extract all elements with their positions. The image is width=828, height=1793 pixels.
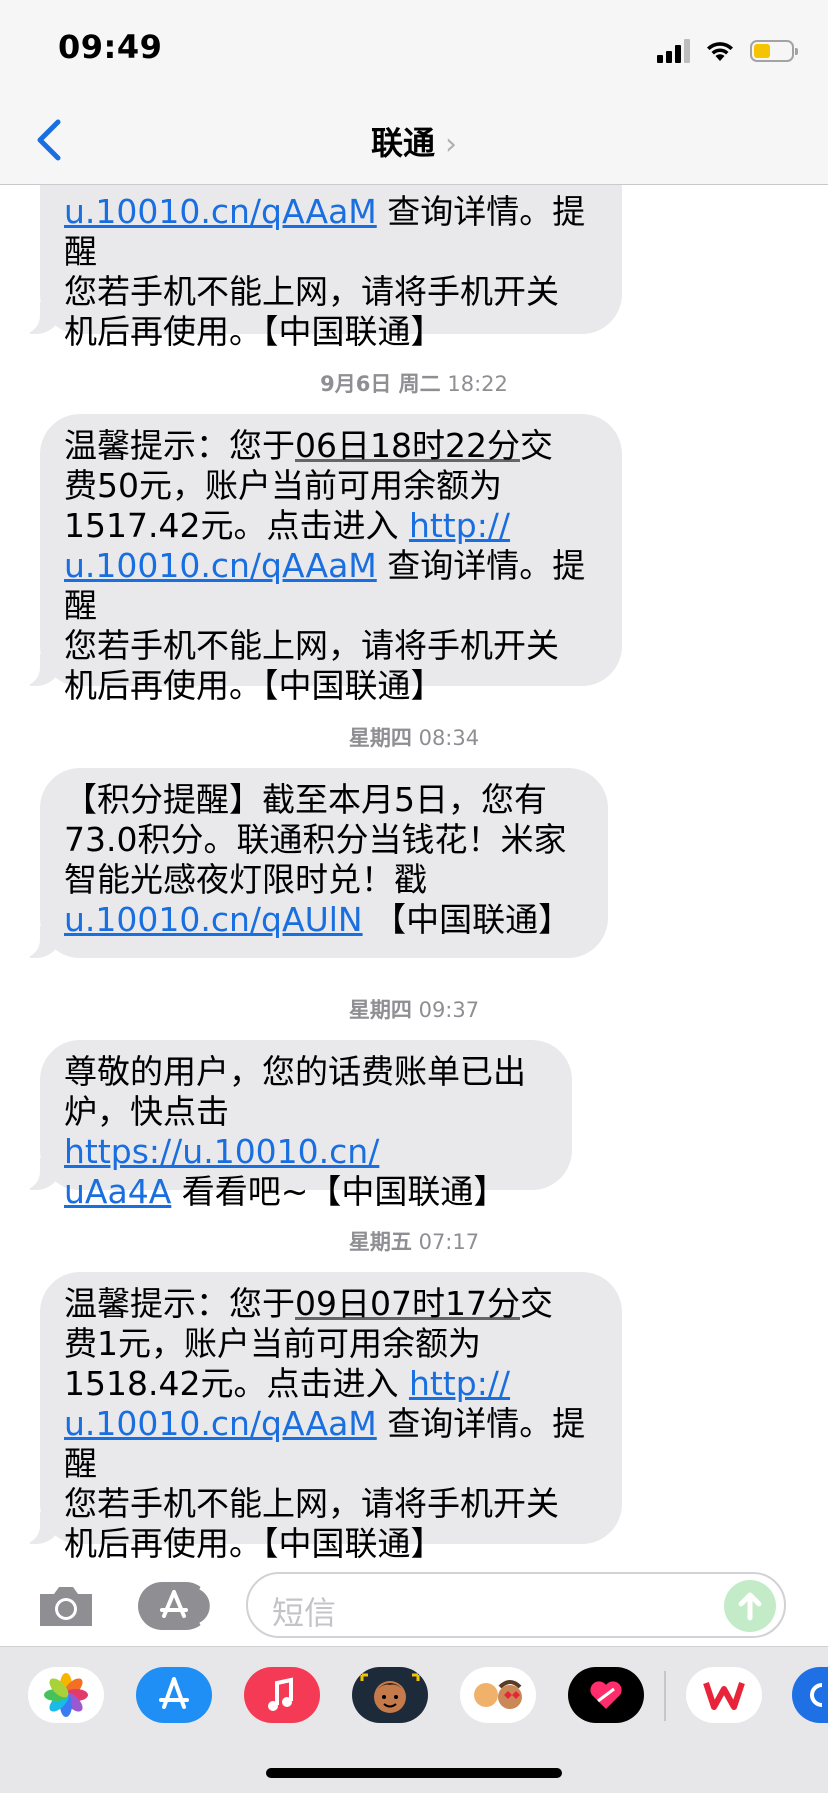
photos-icon[interactable] [28, 1667, 104, 1723]
date-time-detector[interactable]: 09日07时17分 [295, 1284, 520, 1323]
message-text: 尊敬的用户，您的话费账单已出 炉，快点击 https://u.10010.cn/u… [64, 1052, 526, 1211]
music-icon[interactable] [244, 1667, 320, 1723]
message-timestamp: 星期五 07:17 [348, 1230, 480, 1254]
message-link[interactable]: u.10010.cn/qAAaM [64, 192, 377, 231]
battery-icon [750, 40, 798, 62]
message-timestamp: 9月6日 周二 18:22 [320, 372, 508, 396]
message-link[interactable]: http:// [409, 506, 510, 545]
message-input[interactable]: 短信 [246, 1572, 786, 1638]
message-input-placeholder: 短信 [272, 1594, 337, 1632]
message-link[interactable]: u.10010.cn/qAAaM [64, 1404, 377, 1443]
message-link[interactable]: u.10010.cn/qAUlN [64, 900, 363, 939]
conversation-title[interactable]: 联通 › [0, 118, 828, 164]
contact-name[interactable]: 联通 [371, 124, 435, 162]
tray-divider [664, 1671, 666, 1721]
message-link[interactable]: uAa4A [64, 1172, 171, 1211]
app-store-icon[interactable] [136, 1667, 212, 1723]
camera-icon[interactable] [36, 1584, 96, 1628]
message-bubble[interactable]: 【积分提醒】截至本月5日，您有 73.0积分。联通积分当钱花！米家 智能光感夜灯限时… [18, 768, 608, 958]
message-bubble[interactable]: 温馨提示：您于09日07时17分交 费1元，账户当前可用余额为 1518.42元。点… [18, 1272, 622, 1563]
message-link[interactable]: https://u.10010.cn/ [64, 1132, 379, 1171]
memoji-icon[interactable] [352, 1667, 428, 1723]
wps-icon[interactable] [686, 1667, 762, 1723]
message-timestamp: 星期四 09:37 [348, 998, 480, 1022]
digital-touch-icon[interactable] [568, 1667, 644, 1723]
chevron-right-icon: › [445, 127, 457, 162]
home-indicator[interactable] [266, 1768, 562, 1778]
cellular-signal-icon [657, 39, 690, 63]
date-time-detector[interactable]: 06日18时22分 [295, 426, 520, 465]
message-text: 【积分提醒】截至本月5日，您有 73.0积分。联通积分当钱花！米家 智能光感夜灯限时… [64, 780, 572, 939]
message-thread[interactable]: u.10010.cn/qAAaM 查询详情。提醒 您若手机不能上网，请将手机开关机… [0, 0, 828, 1570]
memoji-stickers-icon[interactable] [460, 1667, 536, 1723]
message-text: 温馨提示：您于09日07时17分交 费1元，账户当前可用余额为 1518.42元。点… [64, 1284, 586, 1563]
battery-level [754, 44, 770, 58]
message-timestamp: 星期四 08:34 [348, 726, 480, 750]
navigation-header: 09:49 联通 › [0, 0, 828, 185]
send-button[interactable] [724, 1580, 776, 1632]
compose-bar: 短信 [0, 1570, 828, 1646]
message-bubble[interactable]: 温馨提示：您于06日18时22分交 费50元，账户当前可用余额为 1517.42元。… [18, 414, 622, 705]
more-app-icon[interactable] [792, 1667, 828, 1723]
message-text: 温馨提示：您于06日18时22分交 费50元，账户当前可用余额为 1517.42元。… [64, 426, 586, 705]
message-bubble[interactable]: 尊敬的用户，您的话费账单已出 炉，快点击 https://u.10010.cn/u… [18, 1040, 572, 1211]
wifi-icon [707, 42, 733, 61]
message-text: u.10010.cn/qAAaM 查询详情。提醒 您若手机不能上网，请将手机开关机… [64, 192, 586, 351]
status-time: 09:49 [58, 28, 163, 66]
message-link[interactable]: http:// [409, 1364, 510, 1403]
app-store-icon [160, 1586, 213, 1626]
status-indicators [657, 36, 798, 66]
apps-button[interactable] [138, 1582, 213, 1630]
message-link[interactable]: u.10010.cn/qAAaM [64, 546, 377, 585]
